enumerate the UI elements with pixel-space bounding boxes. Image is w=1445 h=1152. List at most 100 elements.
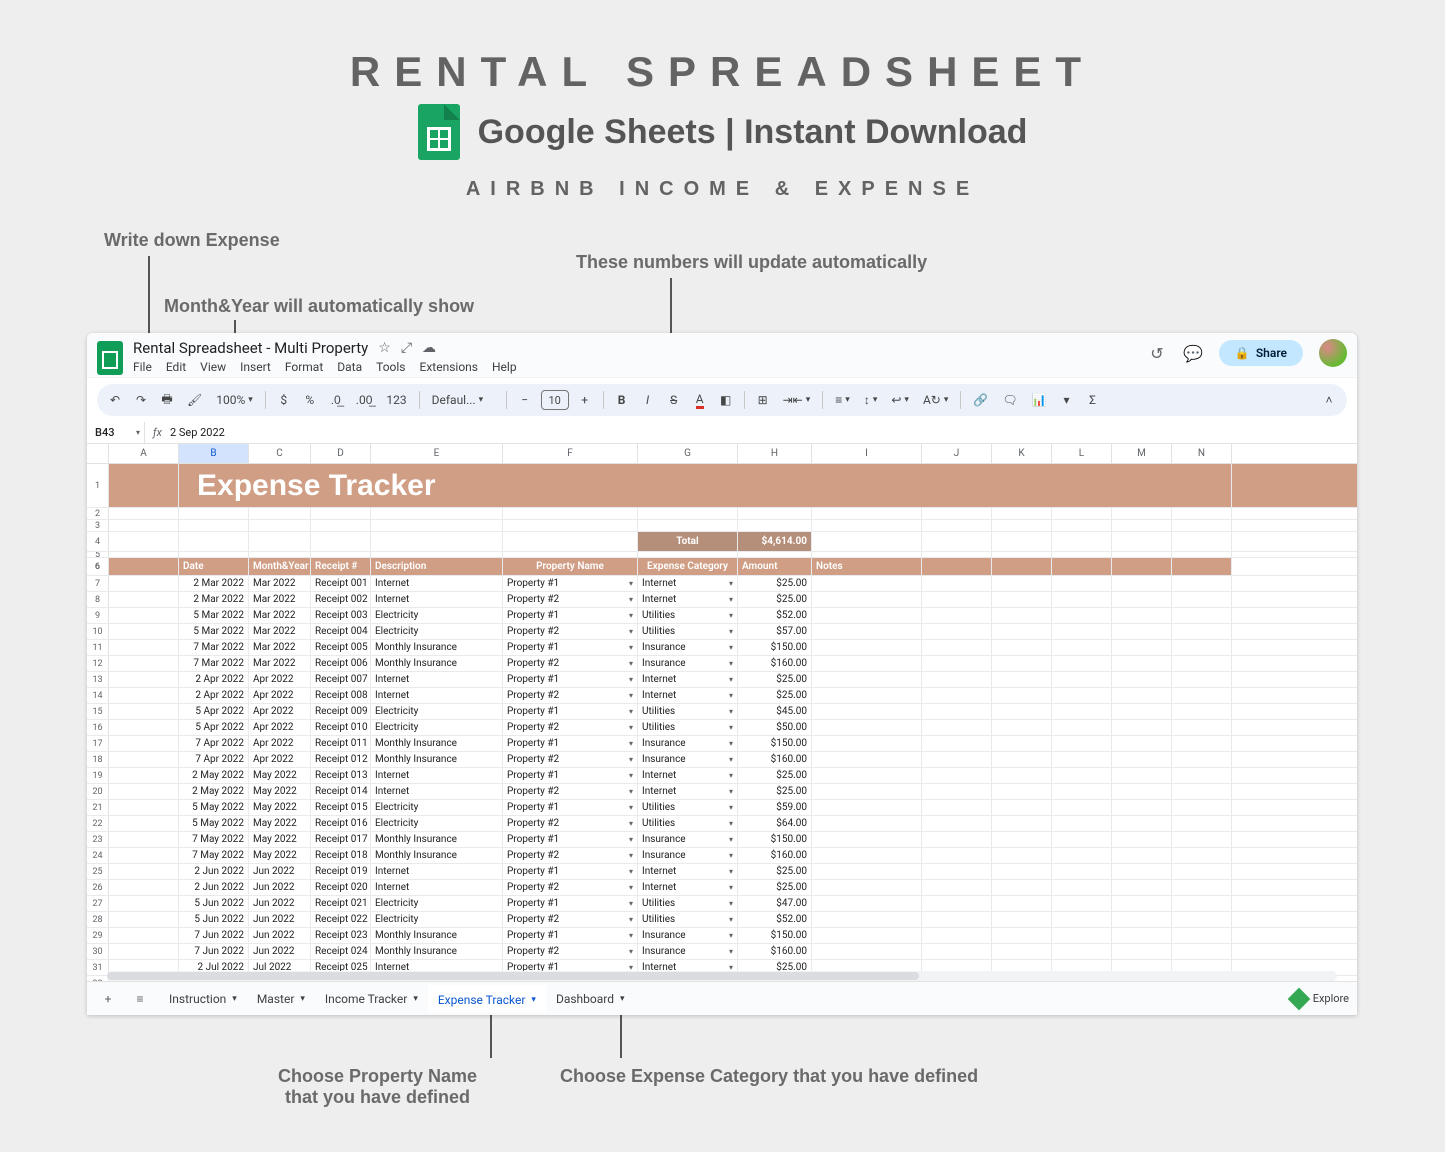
row-number[interactable]: 30 [87,944,109,959]
cell-category-dropdown[interactable]: Internet [638,672,738,687]
sheet-tab-instruction[interactable]: Instruction▾ [159,985,247,1013]
comments-icon[interactable]: 💬 [1183,343,1203,363]
cell-description[interactable]: Monthly Insurance [371,736,503,751]
cell-date[interactable]: 5 Apr 2022 [179,720,249,735]
cell-date[interactable]: 2 Jun 2022 [179,864,249,879]
undo-button[interactable]: ↶ [105,388,125,412]
cell-date[interactable]: 2 Mar 2022 [179,592,249,607]
cell-receipt[interactable]: Receipt 001 [311,576,371,591]
cell-notes[interactable] [812,688,922,703]
cell-receipt[interactable]: Receipt 008 [311,688,371,703]
cell-description[interactable]: Electricity [371,704,503,719]
cell-notes[interactable] [812,736,922,751]
select-all-corner[interactable] [87,444,109,463]
cell-category-dropdown[interactable]: Internet [638,880,738,895]
cell-receipt[interactable]: Receipt 010 [311,720,371,735]
menu-view[interactable]: View [200,360,226,374]
cell-receipt[interactable]: Receipt 005 [311,640,371,655]
cell-category-dropdown[interactable]: Insurance [638,736,738,751]
cell-amount[interactable]: $150.00 [738,640,812,655]
column-headers[interactable]: ABCDEFGHIJKLMN [87,444,1357,464]
cell-amount[interactable]: $59.00 [738,800,812,815]
cell-notes[interactable] [812,880,922,895]
cell-amount[interactable]: $25.00 [738,864,812,879]
cell-property-dropdown[interactable]: Property #2 [503,880,638,895]
cell-receipt[interactable]: Receipt 014 [311,784,371,799]
cell-description[interactable]: Monthly Insurance [371,928,503,943]
cell-amount[interactable]: $150.00 [738,736,812,751]
cell-receipt[interactable]: Receipt 023 [311,928,371,943]
cell-notes[interactable] [812,608,922,623]
column-header-H[interactable]: H [738,444,812,463]
history-icon[interactable]: ↺ [1147,343,1167,363]
column-header-A[interactable]: A [109,444,179,463]
cell-receipt[interactable]: Receipt 018 [311,848,371,863]
cell-category-dropdown[interactable]: Utilities [638,704,738,719]
row-number[interactable]: 19 [87,768,109,783]
cell-property-dropdown[interactable]: Property #2 [503,816,638,831]
cell-receipt[interactable]: Receipt 011 [311,736,371,751]
column-header-G[interactable]: G [638,444,738,463]
row-number[interactable]: 27 [87,896,109,911]
cell-category-dropdown[interactable]: Utilities [638,816,738,831]
cell-property-dropdown[interactable]: Property #2 [503,848,638,863]
cell-amount[interactable]: $52.00 [738,608,812,623]
column-header-K[interactable]: K [992,444,1052,463]
cell-property-dropdown[interactable]: Property #1 [503,672,638,687]
cell-date[interactable]: 2 May 2022 [179,784,249,799]
cell-description[interactable]: Internet [371,576,503,591]
row-number[interactable]: 29 [87,928,109,943]
cell-date[interactable]: 7 Mar 2022 [179,640,249,655]
row-number[interactable]: 5 [87,552,109,557]
cell-description[interactable]: Monthly Insurance [371,944,503,959]
collapse-toolbar-button[interactable]: ˄ [1319,388,1339,412]
cell-property-dropdown[interactable]: Property #1 [503,640,638,655]
row-number[interactable]: 20 [87,784,109,799]
menu-tools[interactable]: Tools [376,360,405,374]
cell-description[interactable]: Electricity [371,800,503,815]
cell-description[interactable]: Monthly Insurance [371,752,503,767]
create-filter-button[interactable]: ▾ [1057,388,1077,412]
menu-extensions[interactable]: Extensions [420,360,478,374]
cell-date[interactable]: 5 May 2022 [179,800,249,815]
strikethrough-button[interactable]: S [664,388,684,412]
redo-button[interactable]: ↷ [131,388,151,412]
cell-property-dropdown[interactable]: Property #2 [503,592,638,607]
text-color-button[interactable]: A [690,388,710,412]
cell-date[interactable]: 2 Jun 2022 [179,880,249,895]
cell-receipt[interactable]: Receipt 009 [311,704,371,719]
currency-button[interactable]: $ [274,388,294,412]
cell-amount[interactable]: $25.00 [738,880,812,895]
cell-category-dropdown[interactable]: Insurance [638,640,738,655]
cell-notes[interactable] [812,912,922,927]
cell-amount[interactable]: $64.00 [738,816,812,831]
cell-description[interactable]: Electricity [371,912,503,927]
bold-button[interactable]: B [612,388,632,412]
cell-amount[interactable]: $25.00 [738,672,812,687]
row-number[interactable]: 7 [87,576,109,591]
row-number[interactable]: 11 [87,640,109,655]
sheet-tab-master[interactable]: Master▾ [247,985,315,1013]
cell-category-dropdown[interactable]: Insurance [638,832,738,847]
column-header-M[interactable]: M [1112,444,1172,463]
row-number[interactable]: 21 [87,800,109,815]
cell-receipt[interactable]: Receipt 012 [311,752,371,767]
cell-date[interactable]: 7 Jun 2022 [179,944,249,959]
cell-description[interactable]: Internet [371,592,503,607]
explore-button[interactable]: Explore [1291,991,1349,1007]
cell-property-dropdown[interactable]: Property #2 [503,720,638,735]
column-header-L[interactable]: L [1052,444,1112,463]
column-header-D[interactable]: D [311,444,371,463]
cell-property-dropdown[interactable]: Property #2 [503,656,638,671]
insert-chart-button[interactable]: 📊 [1028,388,1051,412]
print-button[interactable]: 🖶 [157,388,177,412]
cell-description[interactable]: Electricity [371,720,503,735]
cell-property-dropdown[interactable]: Property #1 [503,864,638,879]
sheets-doc-icon[interactable] [97,341,123,375]
cell-notes[interactable] [812,944,922,959]
column-header-N[interactable]: N [1172,444,1232,463]
cell-description[interactable]: Monthly Insurance [371,848,503,863]
cell-amount[interactable]: $47.00 [738,896,812,911]
font-size-input[interactable]: 10 [541,390,569,410]
cloud-status-icon[interactable]: ☁ [422,340,436,356]
